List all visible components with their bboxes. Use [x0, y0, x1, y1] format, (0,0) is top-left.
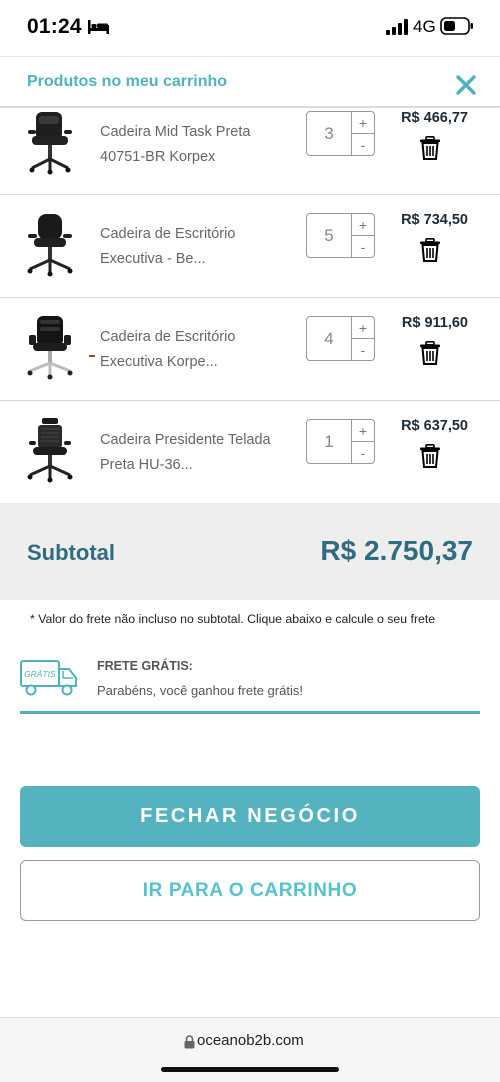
subtotal-label: Subtotal — [27, 540, 115, 565]
quantity-decrease-button[interactable]: - — [352, 134, 374, 155]
free-shipping-text: Parabéns, você ganhou frete grátis! — [97, 683, 303, 698]
cart-item: Cadeira de Escritório Executiva - Be... … — [0, 195, 500, 298]
url-text[interactable]: oceanob2b.com — [197, 1032, 304, 1049]
cart-item: Cadeira Presidente Telada Preta HU-36...… — [0, 401, 500, 504]
status-time: 01:24 — [27, 15, 82, 38]
truck-icon: GRÁTIS — [20, 660, 77, 696]
quantity-decrease-button[interactable]: - — [352, 236, 374, 257]
network-label: 4G — [413, 17, 436, 36]
quantity-stepper: 5 + - — [306, 213, 375, 258]
go-to-cart-button[interactable]: IR PARA O CARRINHO — [20, 860, 480, 921]
battery-icon — [440, 17, 473, 35]
product-image-chair[interactable] — [22, 110, 78, 176]
quantity-decrease-button[interactable]: - — [352, 339, 374, 360]
cart-item: Cadeira Mid Task Preta 40751-BR Korpex 3… — [0, 108, 500, 195]
product-name[interactable]: Cadeira de Escritório Executiva - Be... — [100, 222, 290, 272]
decorative-dash — [89, 355, 95, 357]
product-price: R$ 466,77 — [401, 110, 468, 126]
quantity-value[interactable]: 5 — [307, 214, 352, 257]
product-price: R$ 734,50 — [401, 212, 468, 228]
home-indicator[interactable] — [161, 1067, 339, 1072]
product-image-chair[interactable] — [22, 315, 78, 381]
signal-icon — [386, 19, 408, 35]
quantity-stepper: 4 + - — [306, 316, 375, 361]
quantity-increase-button[interactable]: + — [352, 214, 374, 236]
status-bar: 01:24 4G — [0, 0, 500, 56]
quantity-value[interactable]: 4 — [307, 317, 352, 360]
subtotal-box: Subtotal R$ 2.750,37 — [0, 503, 500, 600]
free-shipping-title: FRETE GRÁTIS: — [97, 659, 193, 673]
quantity-increase-button[interactable]: + — [352, 112, 374, 134]
trash-icon[interactable] — [419, 136, 441, 160]
truck-badge-text: GRÁTIS — [24, 669, 56, 679]
subtotal-value: R$ 2.750,37 — [320, 535, 473, 566]
cart-title: Produtos no meu carrinho — [27, 73, 228, 90]
quantity-stepper: 1 + - — [306, 419, 375, 464]
trash-icon[interactable] — [419, 341, 441, 365]
quantity-value[interactable]: 3 — [307, 112, 352, 155]
quantity-stepper: 3 + - — [306, 111, 375, 156]
browser-url-bar[interactable]: oceanob2b.com — [0, 1017, 500, 1082]
product-price: R$ 637,50 — [401, 418, 468, 434]
product-name[interactable]: Cadeira Mid Task Preta 40751-BR Korpex — [100, 120, 290, 170]
trash-icon[interactable] — [419, 444, 441, 468]
quantity-increase-button[interactable]: + — [352, 317, 374, 339]
checkout-button[interactable]: FECHAR NEGÓCIO — [20, 786, 480, 847]
product-image-chair[interactable] — [22, 418, 78, 484]
close-icon[interactable] — [452, 71, 480, 99]
product-price: R$ 911,60 — [401, 315, 468, 331]
cart-item: Cadeira de Escritório Executiva Korpe...… — [0, 298, 500, 401]
trash-icon[interactable] — [419, 238, 441, 262]
product-name[interactable]: Cadeira de Escritório Executiva Korpe... — [100, 325, 290, 375]
quantity-value[interactable]: 1 — [307, 420, 352, 463]
quantity-increase-button[interactable]: + — [352, 420, 374, 442]
product-image-chair[interactable] — [22, 212, 78, 278]
lock-icon — [184, 1035, 195, 1049]
cart-item-list: Cadeira Mid Task Preta 40751-BR Korpex 3… — [0, 108, 500, 504]
bed-icon — [88, 20, 109, 34]
free-shipping-banner: GRÁTIS FRETE GRÁTIS: Parabéns, você ganh… — [20, 652, 480, 714]
freight-note: * Valor do frete não incluso no subtotal… — [30, 612, 436, 626]
quantity-decrease-button[interactable]: - — [352, 442, 374, 463]
product-name[interactable]: Cadeira Presidente Telada Preta HU-36... — [100, 428, 290, 478]
cart-header: Produtos no meu carrinho — [0, 56, 500, 108]
